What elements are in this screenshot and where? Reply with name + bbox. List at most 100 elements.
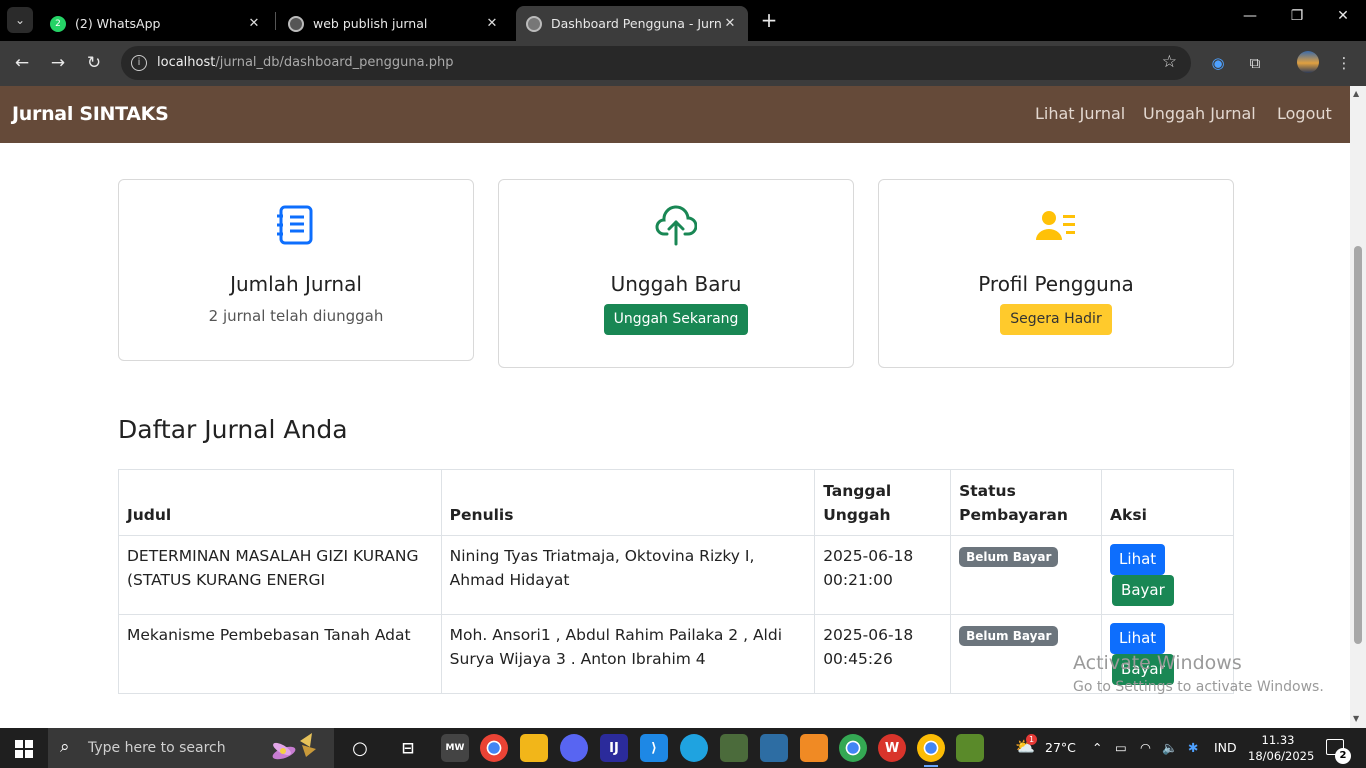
- close-tab-icon[interactable]: ✕: [722, 16, 738, 31]
- xampp-icon[interactable]: [800, 734, 828, 762]
- whatsapp-icon: 2: [50, 15, 66, 32]
- url-text[interactable]: localhost/jurnal_db/dashboard_pengguna.p…: [157, 55, 454, 70]
- scroll-down-arrow-icon[interactable]: ▼: [1353, 714, 1359, 723]
- cell-tanggal: 2025-06-18 00:45:26: [814, 614, 952, 694]
- nav-lihat-jurnal[interactable]: Lihat Jurnal: [1035, 104, 1125, 123]
- vscode-icon[interactable]: ⟩: [640, 734, 668, 762]
- col-aksi: Aksi: [1101, 469, 1234, 536]
- browser-tab-bar: ⌄ 2 (2) WhatsApp ✕ web publish jurnal ✕ …: [0, 0, 1366, 41]
- chrome-profile-icon[interactable]: [839, 734, 867, 762]
- taskbar-search[interactable]: ⌕ Type here to search: [48, 728, 334, 768]
- tab-whatsapp[interactable]: 2 (2) WhatsApp ✕: [40, 6, 272, 41]
- media-cast-icon[interactable]: ◉: [1208, 53, 1228, 73]
- card-jumlah-jurnal: Jumlah Jurnal 2 jurnal telah diunggah: [118, 179, 474, 361]
- tab-separator: [275, 12, 276, 30]
- tab-title: web publish jurnal: [313, 16, 428, 31]
- restore-icon[interactable]: ❐: [1287, 8, 1307, 24]
- table-header-row: Judul Penulis Tanggal Unggah Status Pembay…: [118, 469, 1234, 536]
- minimize-icon[interactable]: —: [1240, 8, 1260, 24]
- close-window-icon[interactable]: ✕: [1333, 8, 1353, 24]
- extensions-icon[interactable]: ⧉: [1245, 53, 1265, 73]
- cell-judul: Mekanisme Pembebasan Tanah Adat: [118, 614, 442, 694]
- virtualbox-icon[interactable]: [760, 734, 788, 762]
- status-badge: Belum Bayar: [959, 626, 1059, 646]
- forward-icon[interactable]: →: [47, 52, 69, 74]
- site-globe-icon: [526, 15, 542, 32]
- tab-search-chevron-icon[interactable]: ⌄: [7, 7, 33, 33]
- page-scrollbar[interactable]: ▲ ▼: [1350, 86, 1366, 728]
- new-tab-icon[interactable]: +: [758, 8, 780, 32]
- address-bar[interactable]: i localhost/jurnal_db/dashboard_pengguna…: [121, 46, 1191, 80]
- brand-logo[interactable]: Jurnal SINTAKS: [12, 103, 169, 125]
- table-row: DETERMINAN MASALAH GIZI KURANG (STATUS K…: [118, 535, 1234, 615]
- card-title: Unggah Baru: [610, 272, 742, 296]
- back-icon[interactable]: ←: [11, 52, 33, 74]
- search-placeholder: Type here to search: [88, 740, 226, 756]
- discord-icon[interactable]: [560, 734, 588, 762]
- tray-chevron-up-icon[interactable]: ⌃: [1092, 740, 1102, 755]
- wps-office-icon[interactable]: W: [878, 734, 906, 762]
- table-row: Mekanisme Pembebasan Tanah Adat Moh. Ans…: [118, 614, 1234, 694]
- cell-judul: DETERMINAN MASALAH GIZI KURANG (STATUS K…: [118, 535, 442, 615]
- system-clock[interactable]: 11.33 18/06/2025: [1248, 732, 1314, 764]
- intellij-icon[interactable]: IJ: [600, 734, 628, 762]
- wifi-icon[interactable]: ◠: [1140, 740, 1151, 755]
- scroll-up-arrow-icon[interactable]: ▲: [1353, 89, 1359, 98]
- journal-list-icon: [277, 205, 313, 245]
- reload-icon[interactable]: ↻: [83, 52, 105, 74]
- cell-aksi: LihatBayar: [1101, 535, 1234, 615]
- browser-toolbar: ← → ↻ i localhost/jurnal_db/dashboard_pe…: [0, 41, 1366, 86]
- site-info-icon[interactable]: i: [131, 55, 147, 71]
- cell-penulis: Moh. Ansori1 , Abdul Rahim Pailaka 2 , A…: [440, 614, 816, 694]
- card-unggah-baru: Unggah Baru Unggah Sekarang: [498, 179, 854, 368]
- status-badge: Belum Bayar: [959, 547, 1059, 567]
- battery-icon[interactable]: ▭: [1115, 740, 1127, 755]
- bayar-button[interactable]: Bayar: [1112, 575, 1174, 606]
- unggah-sekarang-button[interactable]: Unggah Sekarang: [603, 304, 749, 335]
- lihat-button[interactable]: Lihat: [1110, 544, 1166, 575]
- weather-temp[interactable]: 27°C: [1045, 740, 1076, 755]
- bookmark-star-icon[interactable]: ☆: [1162, 52, 1177, 72]
- app-icon[interactable]: [956, 734, 984, 762]
- chrome-icon[interactable]: [480, 734, 508, 762]
- tab-web-publish[interactable]: web publish jurnal ✕: [278, 6, 510, 41]
- mw-app-icon[interactable]: MW: [441, 734, 469, 762]
- person-lines-icon: [1036, 211, 1075, 240]
- section-title: Daftar Jurnal Anda: [118, 415, 348, 444]
- tab-title: Dashboard Pengguna - Jurnal S: [551, 16, 722, 31]
- windows-taskbar: ⌕ Type here to search ○ ⊟ MW IJ ⟩ W ⛅ 1 …: [0, 728, 1366, 768]
- cell-tanggal: 2025-06-18 00:21:00: [814, 535, 952, 615]
- windows-start-icon[interactable]: [15, 740, 33, 758]
- segera-hadir-button[interactable]: Segera Hadir: [1000, 304, 1112, 335]
- task-view-cortana-icon[interactable]: ○: [346, 734, 374, 762]
- tab-title: (2) WhatsApp: [75, 16, 161, 31]
- scroll-thumb[interactable]: [1354, 246, 1362, 644]
- bluetooth-icon[interactable]: ✱: [1188, 740, 1198, 755]
- col-status: Status Pembayaran: [950, 469, 1103, 536]
- tab-dashboard[interactable]: Dashboard Pengguna - Jurnal S ✕: [516, 6, 748, 41]
- nav-unggah-jurnal[interactable]: Unggah Jurnal: [1143, 104, 1256, 123]
- app-icon[interactable]: [720, 734, 748, 762]
- active-app-indicator: [924, 765, 938, 767]
- search-icon: ⌕: [60, 737, 70, 757]
- close-tab-icon[interactable]: ✕: [246, 16, 262, 31]
- nav-logout[interactable]: Logout: [1277, 104, 1332, 123]
- lihat-button[interactable]: Lihat: [1110, 623, 1166, 654]
- chrome-active-icon[interactable]: [917, 734, 945, 762]
- browser-menu-icon[interactable]: ⋮: [1334, 53, 1354, 73]
- file-explorer-icon[interactable]: [520, 734, 548, 762]
- site-globe-icon: [288, 15, 304, 32]
- language-indicator[interactable]: IND: [1214, 740, 1237, 755]
- volume-icon[interactable]: 🔈: [1162, 740, 1178, 756]
- site-navbar: Jurnal SINTAKS Lihat Jurnal Unggah Jurna…: [0, 86, 1350, 143]
- profile-avatar[interactable]: [1297, 51, 1319, 73]
- search-highlight-butterfly-icon: [272, 733, 316, 760]
- weather-badge: 1: [1026, 734, 1037, 745]
- card-title: Jumlah Jurnal: [230, 272, 362, 296]
- journal-table: Judul Penulis Tanggal Unggah Status Pembay…: [118, 469, 1234, 694]
- close-tab-icon[interactable]: ✕: [484, 16, 500, 31]
- task-view-icon[interactable]: ⊟: [394, 734, 422, 762]
- page-viewport: Jurnal SINTAKS Lihat Jurnal Unggah Jurna…: [0, 86, 1350, 728]
- edge-icon[interactable]: [680, 734, 708, 762]
- card-text: 2 jurnal telah diunggah: [208, 307, 384, 325]
